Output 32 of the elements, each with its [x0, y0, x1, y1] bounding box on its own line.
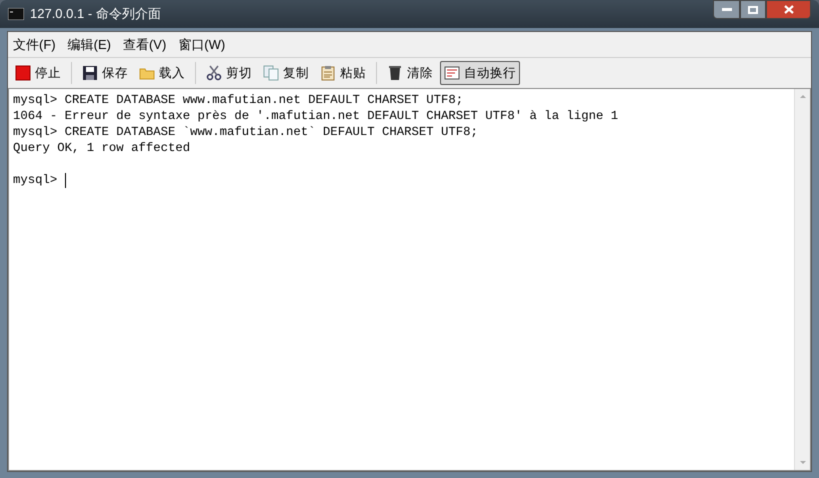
- menu-item[interactable]: 编辑(E): [66, 34, 112, 54]
- toolbar-button[interactable]: 粘贴: [316, 61, 370, 85]
- menu-item[interactable]: 查看(V): [122, 34, 168, 54]
- toolbar-button[interactable]: 清除: [383, 61, 437, 85]
- console-line: mysql> CREATE DATABASE www.mafutian.net DEFAULT CHARSET UTF8;: [13, 92, 464, 108]
- minimize-button[interactable]: [713, 0, 740, 19]
- trash-icon: [387, 65, 403, 81]
- menu-item[interactable]: 文件(F): [12, 34, 57, 54]
- maximize-icon: [748, 6, 758, 14]
- console-line: mysql> CREATE DATABASE `www.mafutian.net` DEFAULT CHARSET UTF8;: [13, 124, 478, 140]
- close-icon: [784, 5, 794, 14]
- toolbar-button[interactable]: 载入: [135, 61, 189, 85]
- toolbar-button[interactable]: 停止: [11, 61, 65, 85]
- wrap-text-icon: [444, 65, 460, 81]
- close-button[interactable]: [766, 0, 811, 19]
- terminal-icon: [8, 8, 24, 20]
- console-line: Query OK, 1 row affected: [13, 140, 190, 156]
- stop-icon: [15, 65, 31, 81]
- console-line: 1064 - Erreur de syntaxe près de '.mafutian.net DEFAULT CHARSET UTF8' à la ligne 1: [13, 108, 618, 124]
- toolbar-button[interactable]: 复制: [259, 61, 313, 85]
- minimize-icon: [722, 8, 732, 11]
- toolbar-button[interactable]: 自动换行: [440, 61, 520, 85]
- maximize-button[interactable]: [740, 0, 766, 19]
- scissors-icon: [206, 65, 222, 81]
- prompt: mysql>: [13, 172, 58, 188]
- menu-item[interactable]: 窗口(W): [177, 34, 226, 54]
- scrollbar[interactable]: [794, 89, 810, 470]
- toolbar-button[interactable]: 保存: [78, 61, 132, 85]
- clipboard-icon: [320, 65, 336, 81]
- window-title: 127.0.0.1 - 命令列介面: [30, 5, 161, 24]
- toolbar-button[interactable]: 剪切: [202, 61, 256, 85]
- copy-icon: [263, 65, 279, 81]
